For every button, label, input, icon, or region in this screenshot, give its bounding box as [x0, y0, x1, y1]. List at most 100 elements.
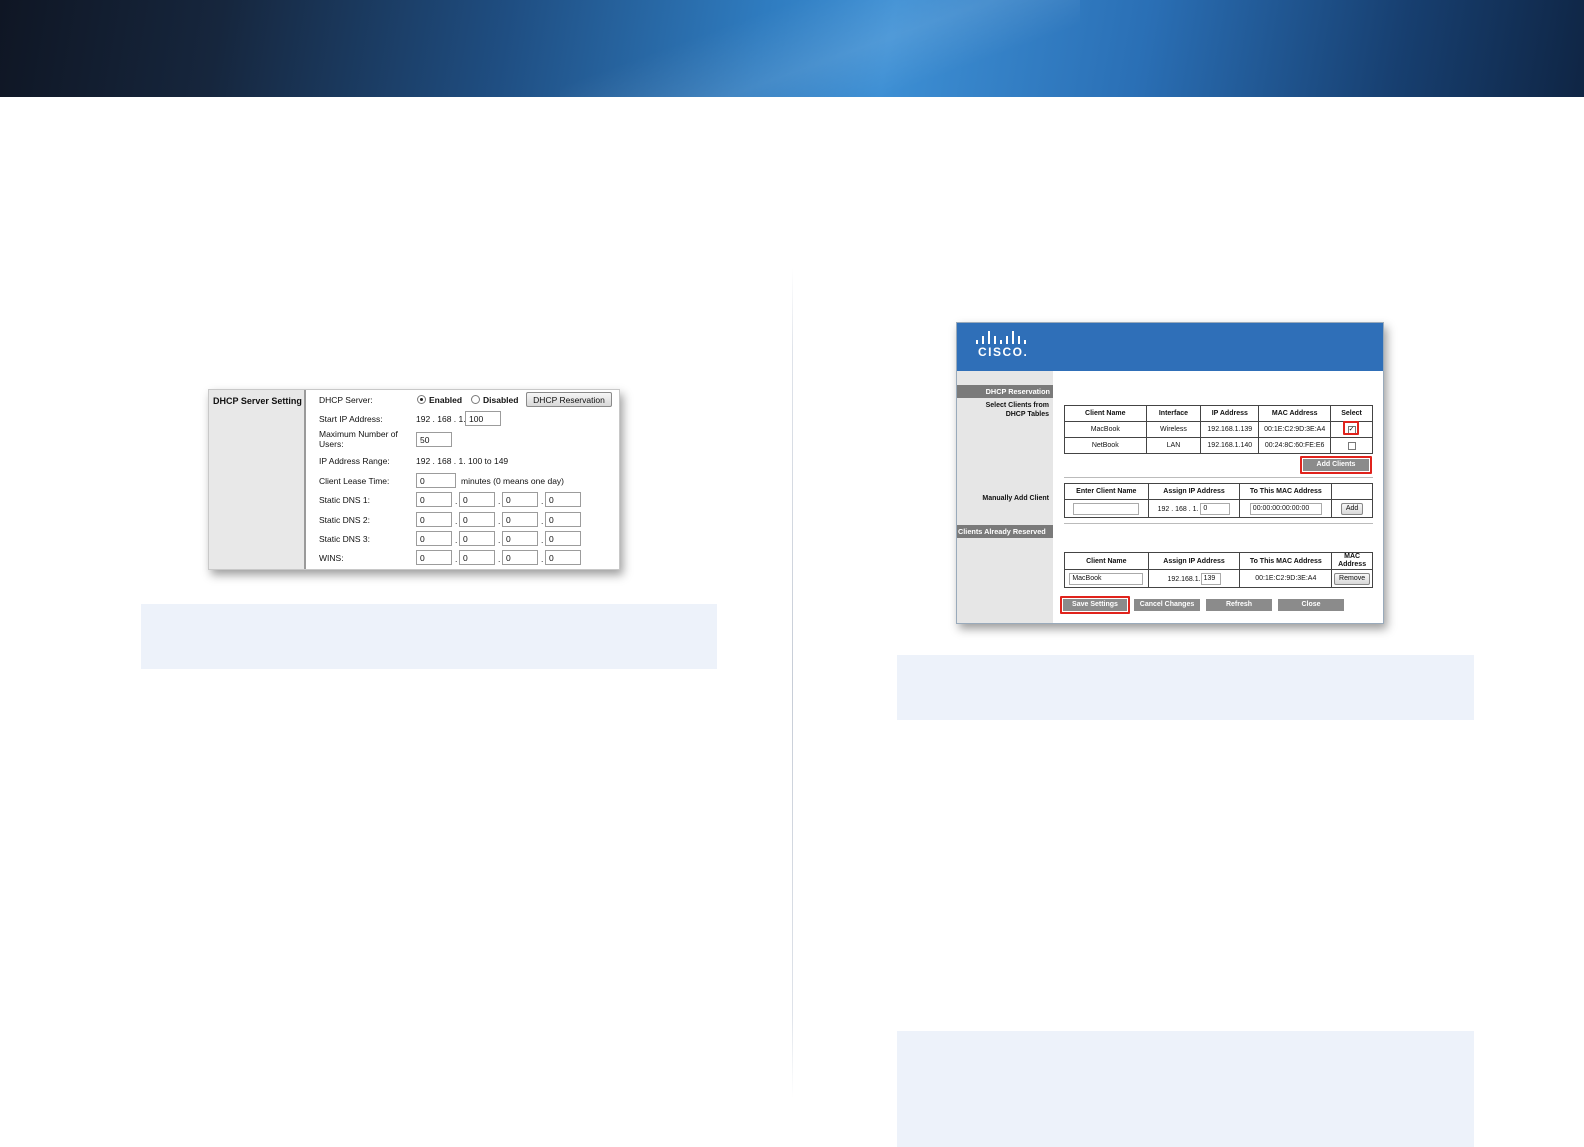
- select-clients-label: Select Clients from DHCP Tables: [985, 402, 1049, 418]
- dhcp-side-column: DHCP Server Setting: [209, 390, 306, 569]
- dhcp-server-label: DHCP Server:: [319, 395, 373, 405]
- client-name-cell: MacBook: [1064, 569, 1149, 588]
- close-button[interactable]: Close: [1278, 599, 1344, 611]
- dot: .: [455, 535, 458, 545]
- select-cell: [1330, 437, 1373, 454]
- mac-input[interactable]: 00:00:00:00:00:00: [1249, 502, 1322, 515]
- col-client-name: Client Name: [1064, 552, 1149, 570]
- col-select: Select: [1330, 405, 1373, 422]
- dot: .: [498, 535, 501, 545]
- ip-cell: 192.168.1.139: [1200, 421, 1260, 438]
- table-header-row: Client Name Assign IP Address To This MA…: [1064, 552, 1373, 570]
- start-ip-input[interactable]: 100: [465, 411, 501, 426]
- static-dns-2-label: Static DNS 2:: [319, 515, 371, 525]
- reserved-name-input[interactable]: MacBook: [1069, 572, 1144, 585]
- ip-prefix: 192.168.1.: [1167, 575, 1201, 583]
- start-ip-prefix: 192 . 168 . 1.: [416, 414, 466, 424]
- table-row: MacBook Wireless 192.168.1.139 00:1E:C2:…: [1064, 421, 1373, 438]
- add-cell: Add: [1331, 499, 1373, 518]
- enabled-radio[interactable]: [417, 395, 426, 404]
- manually-add-label: Manually Add Client: [982, 495, 1049, 502]
- mac-cell: 00:24:8C:60:FE:E6: [1258, 437, 1332, 454]
- dhcp-reservation-side-title: DHCP Reservation: [957, 385, 1053, 398]
- max-users-input[interactable]: 50: [416, 432, 452, 447]
- select-checkbox-netbook[interactable]: [1347, 441, 1356, 450]
- dns1-octet-1[interactable]: 0: [416, 492, 452, 507]
- dns3-octet-1[interactable]: 0: [416, 531, 452, 546]
- cancel-changes-button[interactable]: Cancel Changes: [1134, 599, 1200, 611]
- max-users-label: Maximum Number of Users:: [319, 429, 398, 449]
- dns3-octet-2[interactable]: 0: [459, 531, 495, 546]
- dot: .: [498, 516, 501, 526]
- dns1-octet-3[interactable]: 0: [502, 492, 538, 507]
- lease-time-label: Client Lease Time:: [319, 476, 390, 486]
- add-button[interactable]: Add: [1340, 502, 1364, 515]
- col-client-name: Client Name: [1064, 405, 1147, 422]
- dns2-octet-2[interactable]: 0: [459, 512, 495, 527]
- col-mac-address: MAC Address: [1331, 552, 1373, 570]
- remove-button[interactable]: Remove: [1334, 572, 1371, 585]
- dot: .: [541, 554, 544, 564]
- wins-label: WINS:: [319, 553, 344, 563]
- wins-octet-3[interactable]: 0: [502, 550, 538, 565]
- dns2-octet-3[interactable]: 0: [502, 512, 538, 527]
- manual-add-table: Enter Client Name Assign IP Address To T…: [1064, 483, 1373, 518]
- table-row: 192 . 168 . 1. 0 00:00:00:00:00:00 Add: [1064, 499, 1373, 518]
- interface-cell: Wireless: [1145, 421, 1202, 438]
- col-assign-ip: Assign IP Address: [1147, 483, 1241, 500]
- mac-cell: 00:00:00:00:00:00: [1239, 499, 1333, 518]
- ip-range-value: 192 . 168 . 1. 100 to 149: [416, 456, 509, 466]
- checkbox-highlight: [1343, 421, 1359, 435]
- reserved-ip-input[interactable]: 139: [1200, 572, 1221, 585]
- col-to-mac: To This MAC Address: [1239, 552, 1333, 570]
- cisco-logo-icon: [976, 330, 1028, 344]
- ip-cell: 192.168.1.140: [1200, 437, 1260, 454]
- mac-cell: 00:1E:C2:9D:3E:A4: [1239, 569, 1333, 588]
- separator: [1064, 477, 1373, 478]
- start-ip-label: Start IP Address:: [319, 414, 383, 424]
- client-name-cell: [1064, 499, 1149, 518]
- dns3-octet-4[interactable]: 0: [545, 531, 581, 546]
- col-interface: Interface: [1145, 405, 1202, 422]
- col-empty: [1331, 483, 1373, 500]
- col-to-mac: To This MAC Address: [1239, 483, 1333, 500]
- dns2-octet-4[interactable]: 0: [545, 512, 581, 527]
- dns1-octet-4[interactable]: 0: [545, 492, 581, 507]
- col-mac-address: MAC Address: [1258, 405, 1332, 422]
- dns2-octet-1[interactable]: 0: [416, 512, 452, 527]
- col-assign-ip: Assign IP Address: [1147, 552, 1241, 570]
- reserved-clients-table: Client Name Assign IP Address To This MA…: [1064, 552, 1373, 588]
- header-banner: [0, 0, 1584, 97]
- lease-time-input[interactable]: 0: [416, 473, 456, 488]
- wins-octet-4[interactable]: 0: [545, 550, 581, 565]
- note-box: [141, 604, 717, 669]
- save-settings-highlight: [1060, 596, 1130, 614]
- static-dns-1-label: Static DNS 1:: [319, 495, 371, 505]
- dns1-octet-2[interactable]: 0: [459, 492, 495, 507]
- dhcp-reservation-button[interactable]: DHCP Reservation: [526, 392, 612, 407]
- dot: .: [455, 496, 458, 506]
- dot: .: [498, 496, 501, 506]
- cisco-header: CISCO.: [957, 323, 1383, 371]
- wins-octet-1[interactable]: 0: [416, 550, 452, 565]
- client-name-input[interactable]: [1073, 502, 1140, 515]
- col-enter-client-name: Enter Client Name: [1064, 483, 1149, 500]
- clients-reserved-side-title: Clients Already Reserved: [957, 525, 1053, 538]
- add-clients-highlight: [1300, 456, 1372, 474]
- col-ip-address: IP Address: [1200, 405, 1260, 422]
- dhcp-server-setting-panel: DHCP Server Setting DHCP Server: Enabled…: [208, 389, 620, 570]
- note-box: [897, 655, 1474, 720]
- wins-octet-2[interactable]: 0: [459, 550, 495, 565]
- refresh-button[interactable]: Refresh: [1206, 599, 1272, 611]
- ip-range-label: IP Address Range:: [319, 456, 390, 466]
- lease-time-note: minutes (0 means one day): [461, 476, 564, 486]
- dot: .: [455, 516, 458, 526]
- table-row: MacBook 192.168.1. 139 00:1E:C2:9D:3E:A4 …: [1064, 569, 1373, 588]
- ip-octet-input[interactable]: 0: [1200, 502, 1231, 515]
- column-divider: [792, 268, 793, 1098]
- separator: [1064, 523, 1373, 524]
- interface-cell: LAN: [1145, 437, 1202, 454]
- dns3-octet-3[interactable]: 0: [502, 531, 538, 546]
- disabled-radio[interactable]: [471, 395, 480, 404]
- dhcp-reservation-window: CISCO. DHCP Reservation Select Clients f…: [956, 322, 1384, 624]
